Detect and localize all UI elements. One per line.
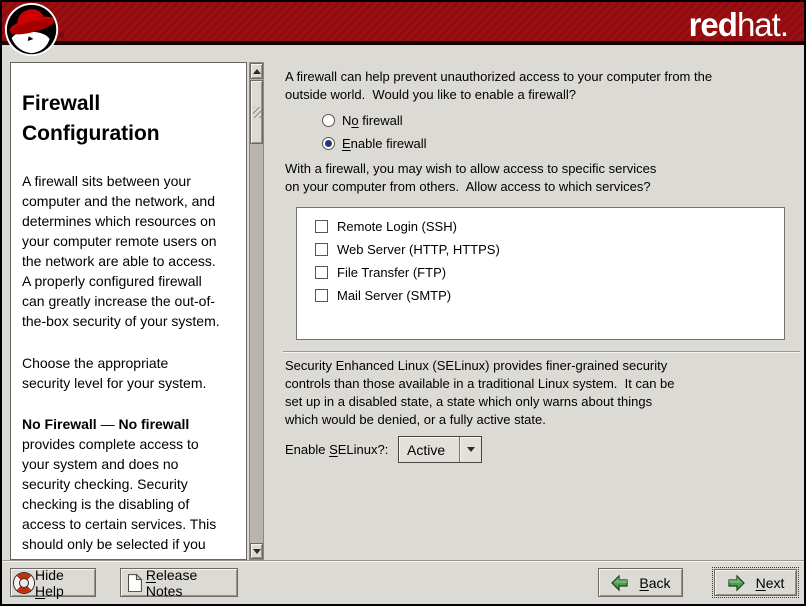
release-notes-button[interactable]: Release Notes bbox=[120, 568, 238, 597]
next-button[interactable]: Next bbox=[714, 569, 797, 596]
header-bar: redhat. bbox=[2, 2, 804, 45]
service-label: Mail Server (SMTP) bbox=[337, 288, 451, 303]
wordmark-light: hat bbox=[737, 6, 780, 43]
help-scrollbar[interactable] bbox=[249, 62, 264, 560]
enable-selinux-label: Enable SELinux?: bbox=[285, 436, 388, 463]
service-remote-login-ssh[interactable]: Remote Login (SSH) bbox=[315, 215, 784, 238]
shadowman-logo-icon bbox=[4, 2, 61, 59]
arrow-right-icon bbox=[727, 574, 746, 592]
arrow-left-icon bbox=[610, 574, 629, 592]
wordmark-period: . bbox=[780, 6, 788, 43]
help-title: Firewall Configuration bbox=[22, 89, 202, 149]
service-file-transfer-ftp[interactable]: File Transfer (FTP) bbox=[315, 261, 784, 284]
redhat-wordmark: redhat. bbox=[689, 5, 788, 45]
checkbox-icon[interactable] bbox=[315, 243, 328, 256]
no-firewall-term: No Firewall bbox=[22, 416, 97, 432]
service-label: Web Server (HTTP, HTTPS) bbox=[337, 242, 500, 257]
radio-enable-firewall[interactable]: Enable firewall bbox=[322, 133, 427, 153]
no-firewall-term-2: No firewall bbox=[118, 416, 189, 432]
help-panel: Firewall Configuration A firewall sits b… bbox=[10, 62, 247, 560]
help-paragraph-3: No Firewall — No firewall provides compl… bbox=[22, 414, 235, 560]
release-notes-label: Release Notes bbox=[146, 567, 237, 599]
chevron-down-icon bbox=[460, 447, 481, 452]
help-paragraph-3-body: provides complete access to your system … bbox=[22, 434, 235, 560]
firewall-intro-text: A firewall can help prevent unauthorized… bbox=[285, 68, 712, 104]
radio-button-selected-icon[interactable] bbox=[322, 137, 335, 150]
radio-no-firewall[interactable]: No firewall bbox=[322, 110, 403, 130]
scroll-down-button[interactable] bbox=[250, 543, 263, 559]
services-question-text: With a firewall, you may wish to allow a… bbox=[285, 160, 656, 196]
back-button[interactable]: Back bbox=[598, 568, 683, 597]
hide-help-button[interactable]: Hide Help bbox=[10, 568, 96, 597]
footer-separator bbox=[2, 560, 804, 562]
services-list: Remote Login (SSH) Web Server (HTTP, HTT… bbox=[296, 207, 785, 340]
next-label: Next bbox=[756, 575, 785, 591]
back-label: Back bbox=[639, 575, 670, 591]
checkbox-icon[interactable] bbox=[315, 220, 328, 233]
scrollbar-thumb[interactable] bbox=[250, 80, 263, 144]
selinux-dropdown[interactable]: Active bbox=[398, 436, 482, 463]
service-label: Remote Login (SSH) bbox=[337, 219, 457, 234]
help-paragraph-1: A firewall sits between your computer an… bbox=[22, 171, 235, 331]
service-mail-server-smtp[interactable]: Mail Server (SMTP) bbox=[315, 284, 784, 307]
help-paragraph-3-lead: No Firewall — No firewall bbox=[22, 414, 235, 434]
radio-no-firewall-label: No firewall bbox=[342, 113, 403, 128]
checkbox-icon[interactable] bbox=[315, 289, 328, 302]
selinux-dropdown-value: Active bbox=[399, 442, 459, 458]
service-web-server-http[interactable]: Web Server (HTTP, HTTPS) bbox=[315, 238, 784, 261]
arrow-up-icon bbox=[253, 69, 261, 74]
service-label: File Transfer (FTP) bbox=[337, 265, 446, 280]
radio-button-icon[interactable] bbox=[322, 114, 335, 127]
installer-window: redhat. ® Firewall Configuration A firew… bbox=[0, 0, 806, 606]
em-dash: — bbox=[97, 416, 119, 432]
arrow-down-icon bbox=[253, 549, 261, 554]
help-paragraph-2: Choose the appropriate security level fo… bbox=[22, 353, 235, 393]
checkbox-icon[interactable] bbox=[315, 266, 328, 279]
scroll-up-button[interactable] bbox=[250, 63, 263, 79]
wordmark-bold: red bbox=[689, 6, 737, 43]
lifebuoy-icon bbox=[14, 573, 34, 593]
hide-help-label: Hide Help bbox=[35, 567, 95, 599]
selinux-description-text: Security Enhanced Linux (SELinux) provid… bbox=[285, 357, 675, 429]
document-icon bbox=[127, 573, 143, 593]
registered-trademark: ® bbox=[59, 33, 64, 40]
selinux-separator bbox=[283, 351, 800, 353]
next-button-focus-ring: Next bbox=[712, 567, 799, 598]
radio-enable-firewall-label: Enable firewall bbox=[342, 136, 427, 151]
